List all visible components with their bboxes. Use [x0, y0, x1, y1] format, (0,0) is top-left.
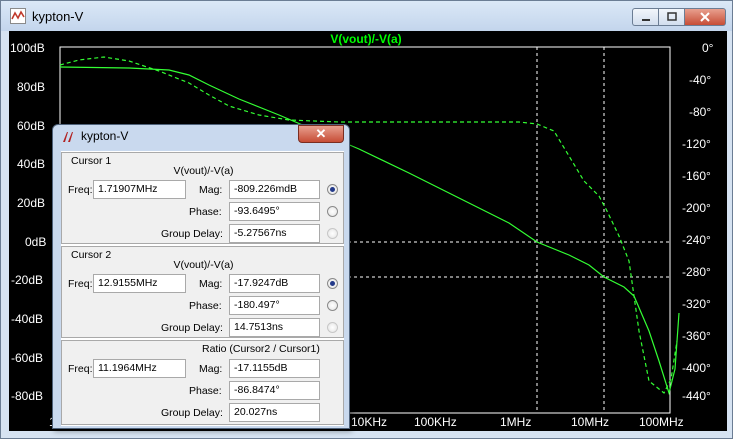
cursor1-mag-field[interactable]: -809.226mdB — [229, 180, 320, 199]
dialog-close-button[interactable]: ✕ — [298, 125, 344, 143]
left-axis-m20: -20dB — [11, 273, 44, 287]
right-axis-m400: -400° — [682, 361, 711, 375]
right-axis-m360: -360° — [682, 329, 711, 343]
cursor1-mag-radio[interactable] — [327, 184, 338, 195]
x-axis-10khz: 10KHz — [351, 415, 388, 429]
minimize-button[interactable] — [632, 8, 658, 26]
close-icon — [700, 12, 710, 22]
window-title: kypton-V — [32, 9, 84, 24]
ratio-mag-field[interactable]: -17.1155dB — [229, 359, 320, 378]
x-axis-100khz: 100KHz — [414, 415, 457, 429]
cursor1-mag-label: Mag: — [199, 184, 223, 196]
cursor1-phase-field[interactable]: -93.6495° — [229, 202, 320, 221]
left-axis-20: 20dB — [17, 196, 46, 210]
left-axis-80: 80dB — [17, 80, 46, 94]
left-axis-m60: -60dB — [11, 351, 44, 365]
ratio-gd-label: Group Delay: — [161, 407, 223, 419]
ratio-gd-field[interactable]: 20.027ns — [229, 403, 320, 422]
cursor1-expr: V(vout)/-V(a) — [173, 165, 234, 177]
dialog-body: Cursor 1 V(vout)/-V(a) Freq: 1.71907MHz … — [61, 151, 344, 426]
ratio-freq-label: Freq: — [68, 363, 93, 375]
left-axis-100: 100dB — [10, 41, 45, 55]
ratio-phase-label: Phase: — [189, 385, 222, 397]
cursor2-mag-label: Mag: — [199, 278, 223, 290]
ltspice-logo-icon — [63, 132, 73, 142]
cursor2-freq-field[interactable]: 12.9155MHz — [93, 274, 186, 293]
right-axis-m40: -40° — [689, 73, 712, 87]
right-axis-0: 0° — [702, 41, 714, 55]
x-axis-100mhz: 100MHz — [639, 415, 684, 429]
cursor1-freq-label: Freq: — [68, 184, 93, 196]
maximize-button[interactable] — [658, 8, 684, 26]
right-axis-m440: -440° — [682, 389, 711, 403]
cursor1-freq-field[interactable]: 1.71907MHz — [93, 180, 186, 199]
close-button[interactable] — [684, 8, 726, 26]
right-axis-m200: -200° — [682, 201, 711, 215]
x-axis-10mhz: 10MHz — [571, 415, 610, 429]
ratio-label: Ratio (Cursor2 / Cursor1) — [202, 343, 320, 355]
right-axis-m120: -120° — [682, 137, 711, 151]
right-axis-m80: -80° — [689, 105, 712, 119]
title-bar[interactable]: kypton-V — [1, 1, 732, 31]
dialog-title-bar[interactable]: kypton-V ✕ — [53, 125, 349, 149]
right-axis-m280: -280° — [682, 265, 711, 279]
cursor1-gd-radio[interactable] — [327, 228, 338, 239]
left-axis-60: 60dB — [17, 119, 46, 133]
trace-label[interactable]: V(vout)/-V(a) — [330, 32, 401, 46]
right-axis-m320: -320° — [682, 297, 711, 311]
minimize-icon — [641, 19, 650, 21]
cursor2-phase-radio[interactable] — [327, 300, 338, 311]
dialog-title: kypton-V — [81, 129, 129, 143]
cursor1-phase-radio[interactable] — [327, 206, 338, 217]
right-axis-m160: -160° — [682, 169, 711, 183]
cursor2-freq-label: Freq: — [68, 278, 93, 290]
cursor2-mag-field[interactable]: -17.9247dB — [229, 274, 320, 293]
cursor2-phase-field[interactable]: -180.497° — [229, 296, 320, 315]
right-axis-m240: -240° — [682, 233, 711, 247]
ratio-panel: Ratio (Cursor2 / Cursor1) Freq: 11.1964M… — [61, 340, 344, 425]
x-axis-1mhz: 1MHz — [500, 415, 532, 429]
left-axis-m80: -80dB — [11, 389, 44, 403]
cursor1-panel: Cursor 1 V(vout)/-V(a) Freq: 1.71907MHz … — [61, 152, 344, 244]
cursor2-phase-label: Phase: — [189, 300, 222, 312]
cursor2-mag-radio[interactable] — [327, 278, 338, 289]
ratio-phase-field[interactable]: -86.8474° — [229, 381, 320, 400]
left-axis-m40: -40dB — [11, 312, 44, 326]
left-axis-0: 0dB — [25, 235, 47, 249]
cursor2-gd-radio[interactable] — [327, 322, 338, 333]
ratio-mag-label: Mag: — [199, 363, 223, 375]
cursor2-gd-label: Group Delay: — [161, 322, 223, 334]
cursor-dialog: kypton-V ✕ Cursor 1 V(vout)/-V(a) Freq: … — [52, 124, 350, 429]
ratio-freq-field[interactable]: 11.1964MHz — [93, 359, 186, 378]
waveform-icon — [10, 8, 26, 24]
cursor1-phase-label: Phase: — [189, 206, 222, 218]
cursor2-expr: V(vout)/-V(a) — [173, 259, 234, 271]
left-axis-40: 40dB — [17, 157, 46, 171]
cursor1-gd-label: Group Delay: — [161, 228, 223, 240]
cursor1-gd-field[interactable]: -5.27567ns — [229, 224, 320, 243]
cursor2-panel: Cursor 2 V(vout)/-V(a) Freq: 12.9155MHz … — [61, 246, 344, 338]
cursor2-gd-field[interactable]: 14.7513ns — [229, 318, 320, 337]
maximize-icon — [666, 12, 677, 21]
